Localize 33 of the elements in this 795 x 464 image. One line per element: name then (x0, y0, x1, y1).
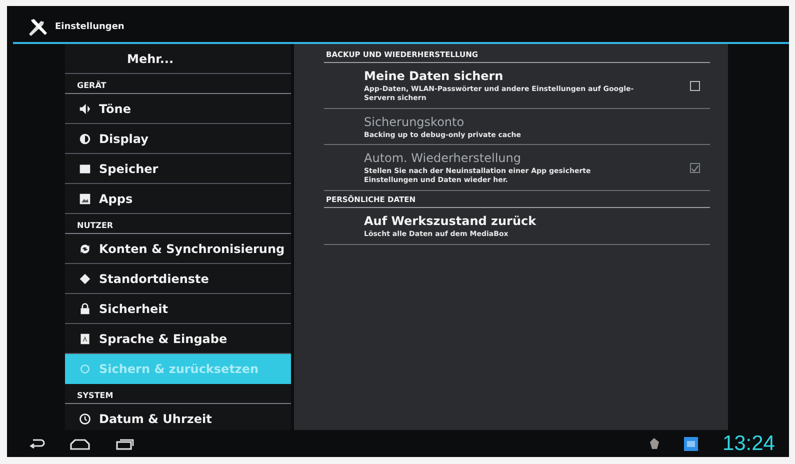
screen-title: Einstellungen (55, 22, 124, 32)
square-icon (79, 162, 91, 174)
category-header: SYSTEM (65, 384, 291, 404)
brightness-icon (79, 132, 91, 144)
settings-menu-item[interactable]: Speicher (65, 154, 291, 184)
category-header: NUTZER (65, 214, 291, 234)
checkbox[interactable] (690, 80, 700, 91)
setting-title[interactable]: Meine Daten sichern (364, 69, 690, 83)
sync-icon (79, 242, 91, 254)
settings-menu-item[interactable]: Töne (65, 94, 291, 124)
setting-title[interactable]: Auf Werkszustand zurück (364, 214, 700, 228)
settings-menu-item[interactable]: Standortdienste (65, 264, 291, 294)
diamond-icon (79, 272, 91, 284)
clock-icon (79, 412, 91, 424)
notification-icon[interactable] (649, 437, 660, 450)
settings-menu-item[interactable]: Mehr... (65, 44, 291, 74)
notification-icon[interactable] (684, 436, 698, 450)
lock-icon (79, 302, 91, 314)
image-icon (79, 192, 91, 204)
circle-icon (79, 363, 91, 375)
settings-menu-item[interactable]: Sicherheit (65, 294, 291, 324)
settings-menu-item[interactable]: Display (65, 124, 291, 154)
settings-menu-item[interactable]: Konten & Synchronisierung (65, 234, 291, 264)
speaker-icon (79, 102, 91, 114)
settings-menu-item[interactable]: Datum & Uhrzeit (65, 404, 291, 430)
clock: 13:24 (722, 432, 775, 456)
back-icon[interactable] (29, 438, 45, 450)
recent-apps-icon[interactable] (115, 438, 135, 450)
document-icon (79, 332, 91, 344)
category-header: GERÄT (65, 74, 291, 94)
settings-menu-item[interactable]: Apps (65, 184, 291, 214)
tools-icon (27, 18, 49, 36)
home-icon[interactable] (69, 438, 91, 450)
